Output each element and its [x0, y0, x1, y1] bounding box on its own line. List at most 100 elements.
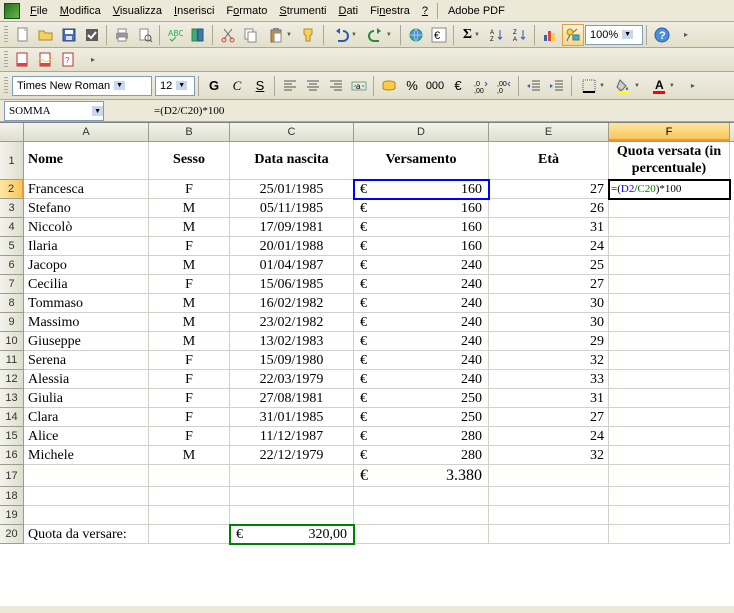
cell-A18[interactable] [24, 487, 149, 506]
cell-B12[interactable]: F [149, 370, 230, 389]
chart-wizard-button[interactable] [539, 24, 561, 46]
col-header-D[interactable]: D [354, 123, 489, 141]
cell-F17[interactable] [609, 465, 730, 487]
cell[interactable] [354, 487, 489, 506]
cell-D2[interactable]: €160 [354, 180, 489, 199]
cell-F15[interactable] [609, 427, 730, 446]
cell-C6[interactable]: 01/04/1987 [230, 256, 354, 275]
cell-B20[interactable] [149, 525, 230, 544]
increase-indent-button[interactable] [546, 75, 568, 97]
row-header-18[interactable]: 18 [0, 487, 24, 506]
cell-E2[interactable]: 27 [489, 180, 609, 199]
cell-D11[interactable]: €240 [354, 351, 489, 370]
cell-B16[interactable]: M [149, 446, 230, 465]
cell-D9[interactable]: €240 [354, 313, 489, 332]
cell-F6[interactable] [609, 256, 730, 275]
drawing-toolbar-button[interactable] [562, 24, 584, 46]
cell-C10[interactable]: 13/02/1983 [230, 332, 354, 351]
cell-B3[interactable]: M [149, 199, 230, 218]
cell-B8[interactable]: M [149, 294, 230, 313]
select-all-corner[interactable] [0, 123, 24, 142]
cell-A1[interactable]: Nome [24, 142, 149, 180]
cell-F2[interactable]: =(D2/C20)*100 [609, 180, 730, 199]
print-preview-button[interactable] [134, 24, 156, 46]
cell-E16[interactable]: 32 [489, 446, 609, 465]
menu-formato[interactable]: Formato [220, 3, 273, 19]
menu-finestra[interactable]: Finestra [364, 3, 416, 19]
underline-button[interactable]: S [249, 75, 271, 97]
cell-C20[interactable]: €320,00 [230, 525, 354, 544]
toolbar-options-button[interactable]: ▸ [681, 75, 703, 97]
cell-A20[interactable]: Quota da versare: [24, 525, 149, 544]
menu-adobe-pdf[interactable]: Adobe PDF [442, 3, 511, 19]
increase-decimal-button[interactable]: ,0,00 [470, 75, 492, 97]
cell-B17[interactable] [149, 465, 230, 487]
cell-A7[interactable]: Cecilia [24, 275, 149, 294]
row-header-19[interactable]: 19 [0, 506, 24, 525]
menu-help[interactable]: ? [416, 3, 434, 19]
cell-D20[interactable] [354, 525, 489, 544]
cell-A10[interactable]: Giuseppe [24, 332, 149, 351]
cell-C2[interactable]: 25/01/1985 [230, 180, 354, 199]
cell[interactable] [609, 506, 730, 525]
font-combo[interactable]: Times New Roman▼ [12, 76, 152, 96]
cell-D10[interactable]: €240 [354, 332, 489, 351]
cell-A6[interactable]: Jacopo [24, 256, 149, 275]
italic-button[interactable]: C [226, 75, 248, 97]
pdf-review-button[interactable]: ? [58, 49, 80, 71]
cell-A9[interactable]: Massimo [24, 313, 149, 332]
cell-D16[interactable]: €280 [354, 446, 489, 465]
cell-B5[interactable]: F [149, 237, 230, 256]
menu-dati[interactable]: Dati [332, 3, 364, 19]
row-header-3[interactable]: 3 [0, 199, 24, 218]
name-box[interactable]: SOMMA ▼ [4, 101, 104, 121]
cell[interactable] [489, 506, 609, 525]
col-header-A[interactable]: A [24, 123, 149, 141]
redo-button[interactable]: ▼ [363, 24, 397, 46]
cell-E1[interactable]: Età [489, 142, 609, 180]
col-header-C[interactable]: C [230, 123, 354, 141]
cell-F8[interactable] [609, 294, 730, 313]
cell-D1[interactable]: Versamento [354, 142, 489, 180]
pdf-email-button[interactable] [35, 49, 57, 71]
sort-asc-button[interactable]: AZ [486, 24, 508, 46]
cell-B11[interactable]: F [149, 351, 230, 370]
cell-E9[interactable]: 30 [489, 313, 609, 332]
row-header-14[interactable]: 14 [0, 408, 24, 427]
row-header-16[interactable]: 16 [0, 446, 24, 465]
cell-E3[interactable]: 26 [489, 199, 609, 218]
cut-button[interactable] [217, 24, 239, 46]
decrase -indent-button[interactable] [523, 75, 545, 97]
cell[interactable] [230, 487, 354, 506]
percent-button[interactable]: % [401, 75, 423, 97]
spellcheck-button[interactable]: ABC [164, 24, 186, 46]
cell[interactable] [489, 487, 609, 506]
row-header-8[interactable]: 8 [0, 294, 24, 313]
col-header-B[interactable]: B [149, 123, 230, 141]
cell-D17[interactable]: €3.380 [354, 465, 489, 487]
cell-D7[interactable]: €240 [354, 275, 489, 294]
align-right-button[interactable] [325, 75, 347, 97]
cell-A2[interactable]: Francesca [24, 180, 149, 199]
cell-A13[interactable]: Giulia [24, 389, 149, 408]
cell-F7[interactable] [609, 275, 730, 294]
cell-C17[interactable] [230, 465, 354, 487]
row-header-15[interactable]: 15 [0, 427, 24, 446]
print-button[interactable] [111, 24, 133, 46]
cell-B4[interactable]: M [149, 218, 230, 237]
row-header-7[interactable]: 7 [0, 275, 24, 294]
cell-C12[interactable]: 22/03/1979 [230, 370, 354, 389]
format-painter-button[interactable] [298, 24, 320, 46]
cell-C16[interactable]: 22/12/1979 [230, 446, 354, 465]
cell-F13[interactable] [609, 389, 730, 408]
cell-B14[interactable]: F [149, 408, 230, 427]
cell-B10[interactable]: M [149, 332, 230, 351]
cell-E7[interactable]: 27 [489, 275, 609, 294]
menu-modifica[interactable]: Modifica [54, 3, 107, 19]
cell[interactable] [230, 506, 354, 525]
row-header-2[interactable]: 2 [0, 180, 24, 199]
borders-button[interactable]: ▼ [576, 75, 610, 97]
cell-F16[interactable] [609, 446, 730, 465]
align-left-button[interactable] [279, 75, 301, 97]
cell-B2[interactable]: F [149, 180, 230, 199]
